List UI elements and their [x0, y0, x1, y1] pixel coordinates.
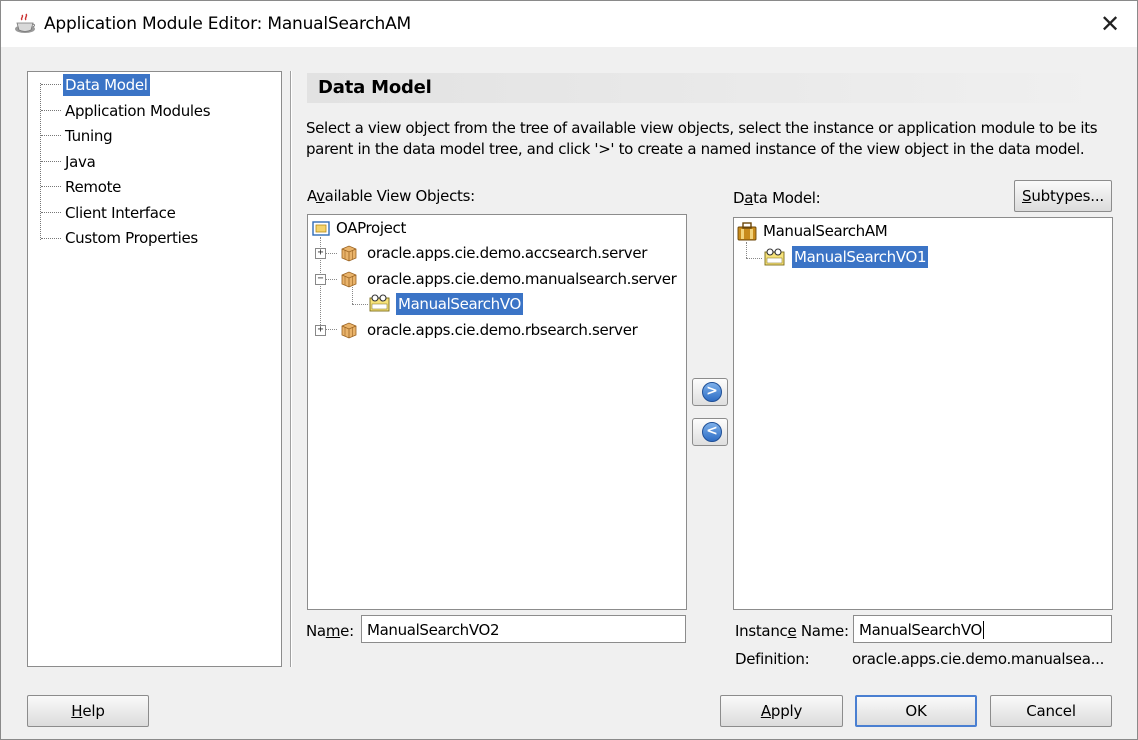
cancel-button[interactable]: Cancel [990, 695, 1112, 727]
description-text: Select a view object from the tree of av… [306, 119, 1098, 158]
available-view-objects-tree[interactable]: OAProject + oracle.apps.cie.demo.accsear… [307, 214, 687, 610]
subtypes-button[interactable]: Subtypes... [1014, 180, 1112, 212]
nav-item-remote[interactable]: Remote [63, 176, 123, 198]
collapse-icon[interactable]: − [315, 274, 326, 285]
title-bar: Application Module Editor: ManualSearchA… [1, 1, 1137, 47]
application-module-icon [737, 222, 757, 241]
tree-node-manualsearchvo[interactable]: ManualSearchVO [396, 293, 523, 315]
view-object-instance-icon [764, 248, 785, 266]
tree-node-manualsearch-package[interactable]: oracle.apps.cie.demo.manualsearch.server [367, 268, 677, 290]
project-folder-icon [312, 221, 330, 236]
definition-value: oracle.apps.cie.demo.manualsea... [852, 650, 1105, 668]
ok-button[interactable]: OK [855, 695, 977, 727]
expand-icon[interactable]: + [315, 325, 326, 336]
package-icon [341, 245, 357, 262]
apply-button[interactable]: Apply [720, 695, 843, 727]
close-icon[interactable]: ✕ [1097, 11, 1123, 37]
definition-label: Definition: [735, 650, 810, 668]
instance-name-label: Instance Name: [735, 622, 849, 640]
chevron-left-icon: < [702, 422, 722, 442]
data-model-tree[interactable]: ManualSearchAM ManualSearchVO1 [733, 217, 1113, 610]
panel-divider [290, 71, 292, 667]
help-button[interactable]: Help [27, 695, 149, 727]
tree-node-manualsearcham[interactable]: ManualSearchAM [763, 220, 888, 242]
available-view-objects-label: Available View Objects: [307, 187, 475, 205]
category-tree[interactable]: Data Model Application Modules Tuning Ja… [27, 71, 282, 667]
expand-icon[interactable]: + [315, 248, 326, 259]
chevron-right-icon: > [702, 382, 722, 402]
name-label: Name: [306, 622, 354, 640]
tree-node-rbsearch-package[interactable]: oracle.apps.cie.demo.rbsearch.server [367, 319, 638, 341]
nav-item-custom-properties[interactable]: Custom Properties [63, 227, 200, 249]
tree-node-accsearch-package[interactable]: oracle.apps.cie.demo.accsearch.server [367, 242, 647, 264]
nav-item-java[interactable]: Java [63, 151, 98, 173]
nav-item-client-interface[interactable]: Client Interface [63, 202, 178, 224]
section-header: Data Model [307, 73, 1112, 103]
nav-item-application-modules[interactable]: Application Modules [63, 100, 212, 122]
package-icon [341, 322, 357, 339]
java-cup-icon [15, 13, 35, 33]
data-model-label: Data Model: [733, 189, 821, 207]
instance-name-input[interactable]: ManualSearchVO [853, 615, 1112, 643]
view-object-icon [369, 294, 390, 312]
tree-node-oaproject[interactable]: OAProject [336, 217, 406, 239]
name-input[interactable]: ManualSearchVO2 [361, 615, 686, 643]
remove-instance-button[interactable]: < [692, 418, 728, 446]
tree-node-manualsearchvo1[interactable]: ManualSearchVO1 [792, 246, 929, 268]
nav-item-tuning[interactable]: Tuning [63, 125, 114, 147]
nav-item-data-model[interactable]: Data Model [63, 74, 150, 96]
package-icon [341, 271, 357, 288]
window-title: Application Module Editor: ManualSearchA… [44, 14, 412, 34]
add-instance-button[interactable]: > [692, 378, 728, 406]
dialog-window: Application Module Editor: ManualSearchA… [0, 0, 1138, 740]
page-title: Data Model [318, 77, 432, 98]
